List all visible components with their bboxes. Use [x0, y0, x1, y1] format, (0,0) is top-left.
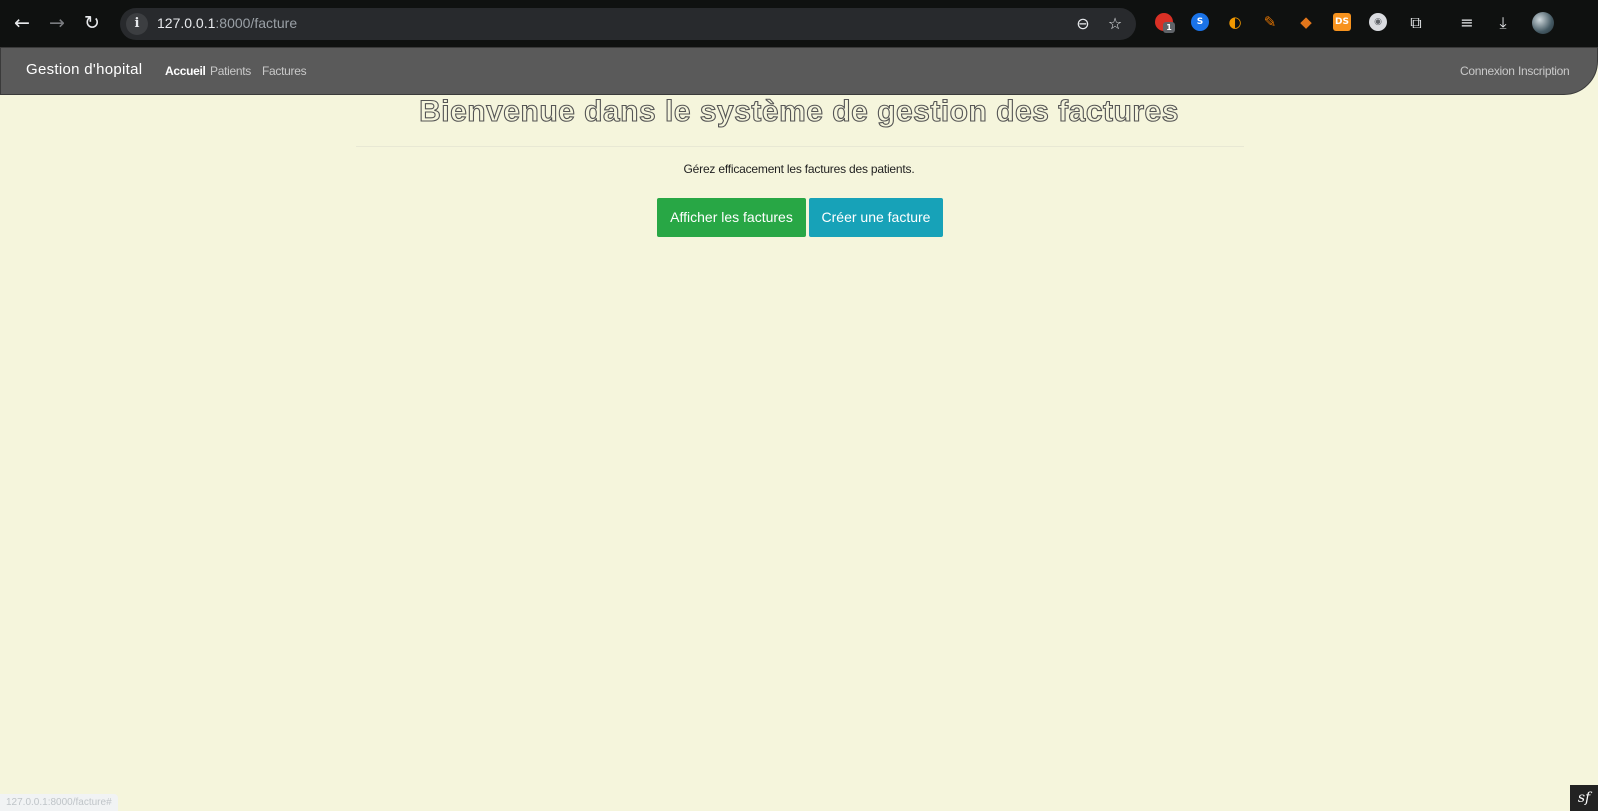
- nav-link-connexion[interactable]: Connexion: [1460, 64, 1515, 78]
- extension-fox-icon[interactable]: ◆: [1297, 13, 1315, 31]
- profile-avatar[interactable]: [1532, 12, 1554, 34]
- nav-link-patients[interactable]: Patients: [210, 64, 251, 78]
- browser-toolbar: ← → ↻ i 127.0.0.1:8000/facture ⊖ ☆ 1 S ◐…: [0, 0, 1598, 47]
- address-bar[interactable]: i 127.0.0.1:8000/facture ⊖ ☆: [120, 8, 1136, 40]
- back-icon[interactable]: ←: [10, 11, 34, 35]
- extension-red-icon[interactable]: 1: [1155, 13, 1175, 33]
- reload-icon[interactable]: ↻: [80, 11, 104, 35]
- nav-link-factures[interactable]: Factures: [262, 64, 307, 78]
- debug-toolbar-icon[interactable]: sf: [1570, 785, 1598, 811]
- media-queue-icon[interactable]: ≡: [1456, 12, 1478, 34]
- extensions-puzzle-icon[interactable]: ⧉: [1405, 12, 1427, 34]
- page-lead: Gérez efficacement les factures des pati…: [683, 162, 915, 176]
- extension-badge: 1: [1163, 22, 1175, 33]
- url-host: 127.0.0.1: [157, 15, 216, 31]
- extension-moon-icon[interactable]: ◐: [1226, 13, 1244, 31]
- show-invoices-button[interactable]: Afficher les factures: [657, 198, 806, 237]
- extension-ds-icon[interactable]: DS: [1333, 13, 1351, 31]
- app-navbar: Gestion d'hopital Accueil Patients Factu…: [0, 47, 1598, 95]
- url-path: :8000/facture: [215, 15, 298, 31]
- zoom-icon[interactable]: ⊖: [1072, 13, 1094, 35]
- nav-link-accueil[interactable]: Accueil: [165, 64, 206, 78]
- create-invoice-button[interactable]: Créer une facture: [809, 198, 943, 237]
- site-info-icon[interactable]: i: [126, 13, 148, 35]
- bookmark-star-icon[interactable]: ☆: [1104, 13, 1126, 35]
- status-bar-url: 127.0.0.1:8000/facture#: [0, 794, 118, 811]
- nav-link-inscription[interactable]: Inscription: [1518, 64, 1570, 78]
- url-text[interactable]: 127.0.0.1:8000/facture: [157, 15, 297, 31]
- page-title: Bienvenue dans le système de gestion des…: [419, 94, 1179, 128]
- extension-pen-icon[interactable]: ✎: [1261, 13, 1279, 31]
- title-divider: [356, 146, 1244, 147]
- download-icon[interactable]: ⤓: [1492, 12, 1514, 34]
- forward-icon[interactable]: →: [45, 11, 69, 35]
- extension-grey-icon[interactable]: ◉: [1369, 13, 1387, 31]
- extension-blue-icon[interactable]: S: [1191, 13, 1209, 31]
- navbar-brand[interactable]: Gestion d'hopital: [26, 61, 142, 78]
